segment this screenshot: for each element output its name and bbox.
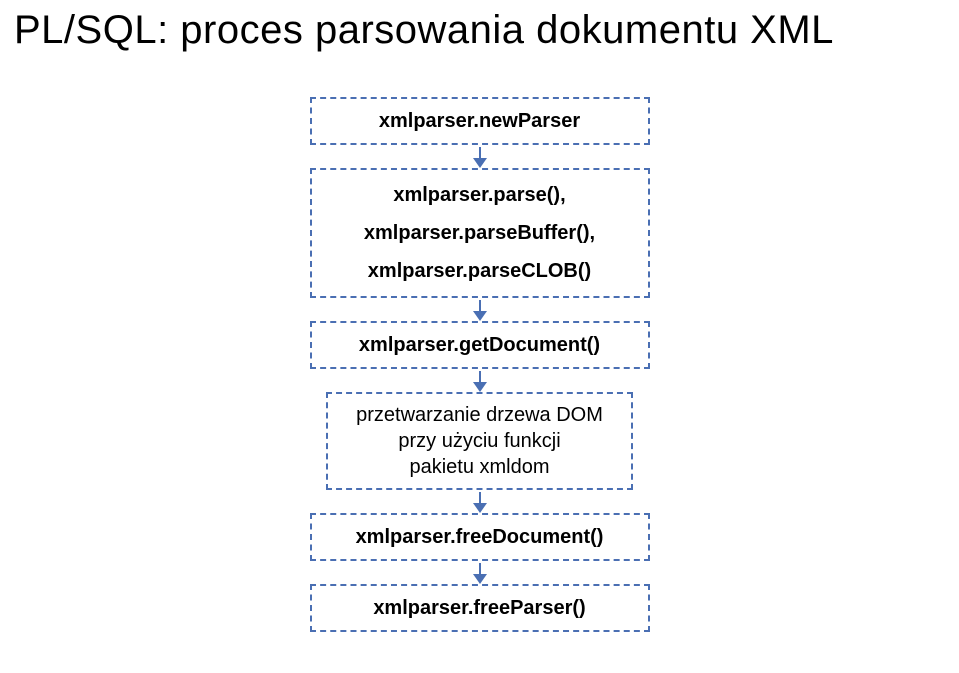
step-label: xmlparser.parse(), — [393, 180, 565, 210]
arrow-icon — [473, 300, 487, 321]
arrow-icon — [473, 371, 487, 392]
step-new-parser: xmlparser.newParser — [310, 97, 650, 145]
flowchart: xmlparser.newParser xmlparser.parse(), x… — [0, 97, 959, 632]
step-free-parser: xmlparser.freeParser() — [310, 584, 650, 632]
step-label: xmlparser.freeParser() — [373, 596, 585, 620]
step-free-document: xmlparser.freeDocument() — [310, 513, 650, 561]
step-parse: xmlparser.parse(), xmlparser.parseBuffer… — [310, 168, 650, 298]
step-process-dom: przetwarzanie drzewa DOM przy użyciu fun… — [326, 392, 633, 490]
step-label: xmlparser.newParser — [379, 109, 580, 133]
step-label: xmlparser.parseBuffer(), — [364, 218, 595, 248]
step-label: pakietu xmldom — [356, 454, 603, 480]
arrow-icon — [473, 492, 487, 513]
page-title: PL/SQL: proces parsowania dokumentu XML — [0, 0, 959, 53]
step-label: xmlparser.getDocument() — [359, 333, 600, 357]
step-get-document: xmlparser.getDocument() — [310, 321, 650, 369]
step-label: przy użyciu funkcji — [356, 428, 603, 454]
step-label: przetwarzanie drzewa DOM — [356, 402, 603, 428]
step-label: xmlparser.freeDocument() — [356, 525, 604, 549]
step-label: xmlparser.parseCLOB() — [368, 256, 591, 286]
arrow-icon — [473, 147, 487, 168]
arrow-icon — [473, 563, 487, 584]
